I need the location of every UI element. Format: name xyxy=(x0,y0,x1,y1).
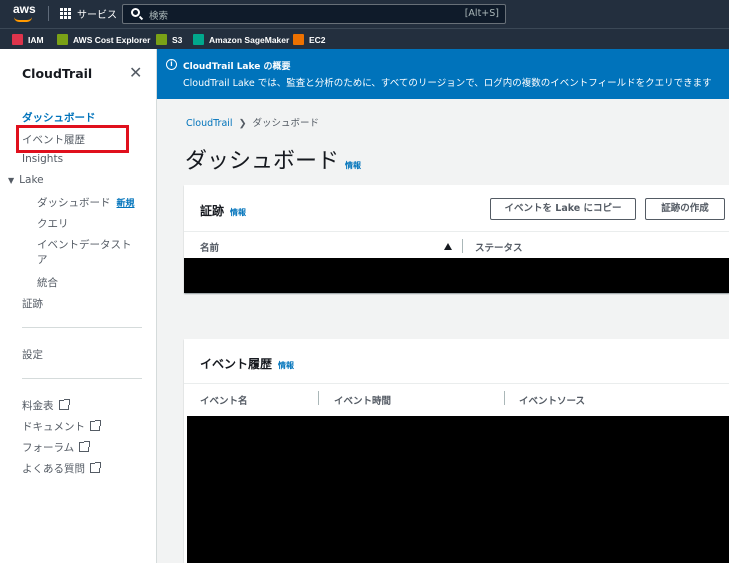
sort-ascending-icon[interactable] xyxy=(444,243,452,250)
sagemaker-icon xyxy=(193,34,204,45)
event-history-panel-title: イベント履歴 情報 xyxy=(200,355,294,372)
sidebar-item-label: ドキュメント xyxy=(22,421,85,433)
favorites-bar: IAM AWS Cost Explorer S3 Amazon SageMake… xyxy=(0,28,729,49)
column-header-name[interactable]: 名前 xyxy=(200,240,219,254)
sidebar-item-dashboard[interactable]: ダッシュボード xyxy=(22,110,96,125)
info-icon: i xyxy=(166,59,177,70)
sidebar-item-settings[interactable]: 設定 xyxy=(22,347,43,362)
sidebar-item-lake-dashboard[interactable]: ダッシュボード 新規 xyxy=(37,195,135,210)
sidebar-link-faq[interactable]: よくある質問 xyxy=(22,461,101,476)
trails-panel: 証跡 情報 イベントを Lake にコピー 証跡の作成 名前 ステータス xyxy=(184,185,729,293)
copy-events-to-lake-button[interactable]: イベントを Lake にコピー xyxy=(490,198,636,220)
column-header-event-name[interactable]: イベント名 xyxy=(200,393,248,407)
close-icon[interactable]: ✕ xyxy=(129,63,142,82)
sidebar-item-label: 料金表 xyxy=(22,400,54,412)
breadcrumb: CloudTrail ❯ ダッシュボード xyxy=(186,115,319,129)
search-placeholder: 検索 xyxy=(149,11,169,22)
new-badge: 新規 xyxy=(116,199,135,209)
aws-logo-text: aws xyxy=(13,2,36,16)
aws-smile-icon xyxy=(14,17,32,22)
favorite-label: AWS Cost Explorer xyxy=(73,34,151,45)
search-input[interactable]: 検索 [Alt+S] xyxy=(122,4,506,24)
favorite-iam[interactable]: IAM xyxy=(12,33,44,46)
favorite-label: S3 xyxy=(172,34,183,45)
favorite-cost-explorer[interactable]: AWS Cost Explorer xyxy=(57,33,150,46)
caret-down-icon: ▼ xyxy=(8,176,15,185)
panel-title-text: イベント履歴 xyxy=(200,357,273,371)
sidebar-item-lake[interactable]: ▼ Lake xyxy=(8,174,44,186)
sidebar-item-label: よくある質問 xyxy=(22,463,85,475)
top-navigation-bar: aws サービス 検索 [Alt+S] xyxy=(0,0,729,28)
page-info-link[interactable]: 情報 xyxy=(345,161,361,170)
services-menu-button[interactable]: サービス xyxy=(77,6,117,21)
sidebar-link-pricing[interactable]: 料金表 xyxy=(22,398,70,413)
cost-explorer-icon xyxy=(57,34,68,45)
search-icon xyxy=(131,8,140,17)
search-shortcut-hint: [Alt+S] xyxy=(464,8,499,19)
sidebar-link-forums[interactable]: フォーラム xyxy=(22,440,91,455)
sidebar-link-documentation[interactable]: ドキュメント xyxy=(22,419,101,434)
sidebar-item-label: ア xyxy=(37,254,48,266)
highlight-annotation-box xyxy=(16,125,129,153)
sidebar-item-insights[interactable]: Insights xyxy=(22,153,63,165)
services-grid-icon[interactable] xyxy=(60,8,71,19)
page-title-text: ダッシュボード xyxy=(185,149,340,174)
table-divider xyxy=(184,231,729,232)
column-header-event-source[interactable]: イベントソース xyxy=(519,393,585,407)
breadcrumb-current: ダッシュボード xyxy=(252,118,320,129)
aws-logo[interactable]: aws xyxy=(13,2,36,22)
favorite-label: EC2 xyxy=(309,34,326,45)
chevron-right-icon: ❯ xyxy=(238,118,247,129)
column-separator xyxy=(318,391,319,405)
iam-icon xyxy=(12,34,23,45)
trails-info-link[interactable]: 情報 xyxy=(230,208,246,217)
banner-title: CloudTrail Lake の概要 xyxy=(183,62,291,72)
breadcrumb-link-cloudtrail[interactable]: CloudTrail xyxy=(186,118,233,129)
column-header-status[interactable]: ステータス xyxy=(475,240,523,254)
create-trail-button[interactable]: 証跡の作成 xyxy=(645,198,725,220)
s3-icon xyxy=(156,34,167,45)
sidebar-item-event-data-store[interactable]: イベントデータストア xyxy=(37,237,132,267)
favorite-s3[interactable]: S3 xyxy=(156,33,182,46)
banner-text: CloudTrail Lake では、監査と分析のために、すべてのリージョンで、… xyxy=(183,78,712,89)
sidebar-item-query[interactable]: クエリ xyxy=(37,216,69,231)
external-link-icon xyxy=(79,441,91,452)
table-divider xyxy=(184,383,729,384)
sidebar-item-label: イベントデータスト xyxy=(37,239,132,251)
aws-console: aws サービス 検索 [Alt+S] IAM AWS Cost Explore… xyxy=(0,0,729,563)
nav-divider xyxy=(48,6,49,21)
ec2-icon xyxy=(293,34,304,45)
sidebar-title[interactable]: CloudTrail xyxy=(22,66,92,81)
column-separator xyxy=(462,239,463,253)
sidebar-divider xyxy=(22,327,142,328)
sidebar-item-trails[interactable]: 証跡 xyxy=(22,296,43,311)
favorite-label: IAM xyxy=(28,34,44,45)
event-history-panel: イベント履歴 情報 イベント名 イベント時間 イベントソース xyxy=(184,339,729,563)
sidebar-item-label: Lake xyxy=(19,174,44,186)
page-title: ダッシュボード 情報 xyxy=(185,143,361,175)
info-banner: i CloudTrail Lake の概要 CloudTrail Lake では… xyxy=(157,49,729,99)
redacted-table-rows xyxy=(184,258,729,293)
event-history-info-link[interactable]: 情報 xyxy=(278,361,294,370)
sidebar-item-label: フォーラム xyxy=(22,442,75,454)
sidebar-item-label: ダッシュボード xyxy=(37,197,111,209)
external-link-icon xyxy=(90,462,101,473)
sidebar-item-integration[interactable]: 統合 xyxy=(37,275,58,290)
external-link-icon xyxy=(90,420,101,431)
column-separator xyxy=(504,391,505,405)
external-link-icon xyxy=(58,399,70,410)
column-header-event-time[interactable]: イベント時間 xyxy=(334,393,391,407)
sidebar-divider xyxy=(22,378,142,379)
redacted-table-rows xyxy=(187,416,729,563)
favorite-label: Amazon SageMaker xyxy=(209,34,290,45)
favorite-sagemaker[interactable]: Amazon SageMaker xyxy=(193,33,289,46)
panel-title-text: 証跡 xyxy=(200,204,225,218)
favorite-ec2[interactable]: EC2 xyxy=(293,33,326,46)
trails-panel-title: 証跡 情報 xyxy=(200,202,246,219)
